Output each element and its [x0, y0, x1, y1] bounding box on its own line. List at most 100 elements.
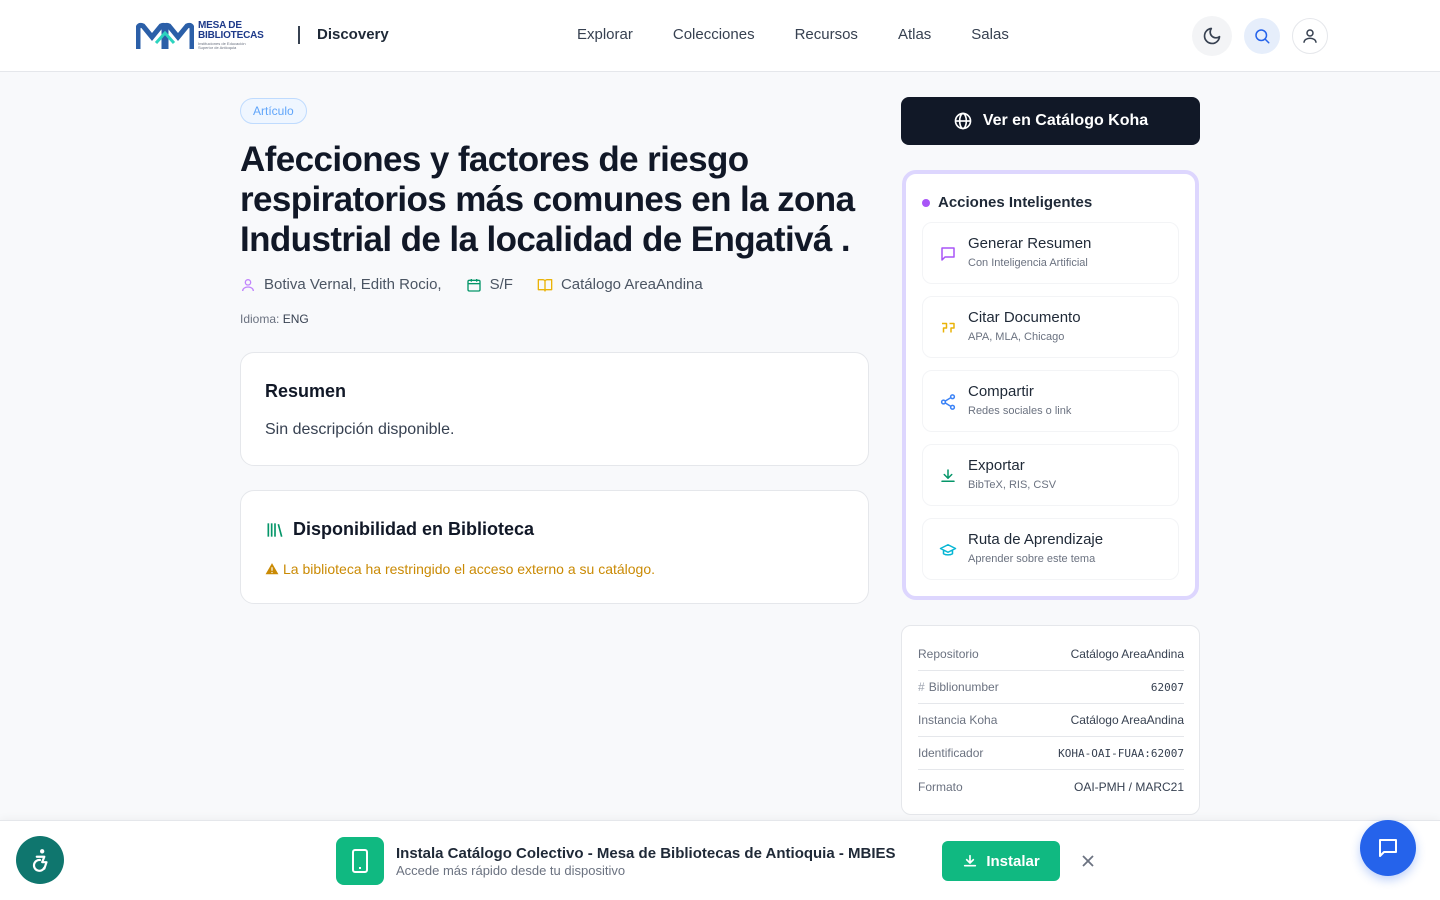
close-banner-button[interactable]: [1078, 851, 1098, 871]
top-header: MESA DE BIBLIOTECAS Instituciones de Edu…: [0, 0, 1440, 72]
smartphone-icon: [352, 849, 368, 873]
logo[interactable]: MESA DE BIBLIOTECAS Instituciones de Edu…: [136, 20, 264, 52]
action-cite-document[interactable]: Citar Documento APA, MLA, Chicago: [922, 296, 1179, 358]
theme-toggle-button[interactable]: [1192, 16, 1232, 56]
meta-author: Botiva Vernal, Edith Rocio,: [240, 276, 442, 293]
action-share[interactable]: Compartir Redes sociales o link: [922, 370, 1179, 432]
warning-icon: [265, 563, 279, 575]
chat-icon: [1379, 839, 1397, 857]
library-icon: [267, 522, 283, 537]
detail-value: OAI-PMH / MARC21: [1073, 779, 1184, 794]
language-label: Idioma:: [240, 312, 280, 326]
accessibility-button[interactable]: [16, 836, 64, 884]
accessibility-icon: [32, 849, 48, 872]
availability-heading-row: Disponibilidad en Biblioteca: [265, 519, 534, 540]
record-type-badge: Artículo: [240, 98, 307, 124]
status-dot: [922, 198, 930, 207]
record-meta: Botiva Vernal, Edith Rocio, S/F Catálogo…: [240, 276, 727, 293]
availability-warning: La biblioteca ha restringido el acceso e…: [265, 561, 655, 577]
action-title: Generar Resumen: [968, 235, 1092, 252]
share-icon: [940, 394, 956, 410]
header-divider: [298, 26, 300, 44]
detail-row-biblionumber: # Biblionumber 62007: [918, 671, 1184, 704]
meta-date: S/F: [466, 276, 513, 293]
view-koha-button[interactable]: Ver en Catálogo Koha: [901, 97, 1200, 145]
action-title: Exportar: [968, 457, 1025, 474]
download-icon: [964, 854, 977, 867]
graduation-cap-icon: [939, 544, 957, 556]
search-button[interactable]: [1244, 18, 1280, 54]
action-title: Ruta de Aprendizaje: [968, 531, 1104, 548]
language-value: ENG: [282, 312, 309, 326]
action-generate-summary[interactable]: Generar Resumen Con Inteligencia Artific…: [922, 222, 1179, 284]
nav-explorar[interactable]: Explorar: [577, 26, 633, 43]
detail-value: 62007: [1150, 680, 1184, 694]
summary-text: Sin descripción disponible.: [265, 421, 455, 438]
main-nav: Explorar Colecciones Recursos Atlas Sala…: [577, 26, 1009, 43]
availability-heading: Disponibilidad en Biblioteca: [293, 519, 535, 539]
install-button-label: Instalar: [986, 852, 1040, 870]
availability-card: Disponibilidad en Biblioteca La bibliote…: [240, 490, 869, 604]
language-line: Idioma: ENG: [240, 312, 309, 326]
user-icon: [1303, 29, 1317, 43]
install-title: Instala Catálogo Colectivo - Mesa de Bib…: [396, 845, 896, 862]
detail-row-identifier: Identificador KOHA-OAI-FUAA:62007: [918, 737, 1184, 770]
chat-button[interactable]: [1360, 820, 1416, 876]
meta-catalog: Catálogo AreaAndina: [537, 276, 703, 293]
search-icon: [1255, 29, 1270, 44]
detail-key: Identificador: [918, 746, 984, 760]
calendar-icon: [466, 278, 481, 292]
view-koha-label: Ver en Catálogo Koha: [982, 112, 1149, 129]
book-open-icon: [537, 278, 553, 292]
hash-icon: #: [918, 680, 925, 694]
action-subtitle: Aprender sobre este tema: [968, 553, 1096, 565]
action-learning-path[interactable]: Ruta de Aprendizaje Aprender sobre este …: [922, 518, 1179, 580]
nav-salas[interactable]: Salas: [971, 26, 1009, 43]
availability-warning-text: La biblioteca ha restringido el acceso e…: [283, 561, 656, 577]
quote-icon: [942, 322, 955, 333]
smart-actions-panel: Acciones Inteligentes Generar Resumen Co…: [902, 170, 1199, 600]
detail-key: Formato: [918, 779, 963, 794]
brand-title[interactable]: Discovery: [317, 26, 389, 43]
date-text: S/F: [489, 276, 513, 293]
install-button[interactable]: Instalar: [942, 841, 1060, 881]
detail-key: Biblionumber: [928, 680, 999, 694]
install-subtitle: Accede más rápido desde tu dispositivo: [396, 863, 626, 878]
detail-value: Catálogo AreaAndina: [1070, 713, 1184, 727]
detail-row-koha-instance: Instancia Koha Catálogo AreaAndina: [918, 704, 1184, 737]
action-subtitle: Redes sociales o link: [968, 405, 1072, 417]
summary-heading: Resumen: [265, 381, 347, 401]
globe-icon: [954, 112, 972, 130]
detail-value: Catálogo AreaAndina: [1070, 647, 1184, 661]
detail-row-repository: Repositorio Catálogo AreaAndina: [918, 638, 1184, 671]
action-title: Citar Documento: [968, 309, 1081, 326]
action-subtitle: Con Inteligencia Artificial: [968, 257, 1088, 269]
detail-key-wrap: # Biblionumber: [918, 680, 999, 694]
detail-value: KOHA-OAI-FUAA:62007: [1058, 746, 1184, 760]
moon-icon: [1203, 27, 1221, 45]
detail-key: Instancia Koha: [918, 713, 998, 727]
install-app-icon-wrap: [336, 837, 384, 885]
record-title: Afecciones y factores de riesgo respirat…: [240, 140, 855, 259]
smart-actions-heading: Acciones Inteligentes: [922, 194, 1092, 211]
nav-atlas[interactable]: Atlas: [898, 26, 931, 43]
nav-recursos[interactable]: Recursos: [795, 26, 858, 43]
author-icon: [242, 278, 254, 291]
install-banner: Instala Catálogo Colectivo - Mesa de Bib…: [0, 820, 1440, 900]
user-account-button[interactable]: [1292, 18, 1328, 54]
smart-actions-title: Acciones Inteligentes: [938, 194, 1093, 211]
action-subtitle: BibTeX, RIS, CSV: [968, 479, 1057, 491]
catalog-text: Catálogo AreaAndina: [560, 276, 703, 293]
author-text[interactable]: Botiva Vernal, Edith Rocio,: [264, 276, 442, 293]
action-title: Compartir: [968, 383, 1034, 400]
action-subtitle: APA, MLA, Chicago: [968, 331, 1065, 343]
summary-card: Resumen Sin descripción disponible.: [240, 352, 869, 466]
detail-row-format: Formato OAI-PMH / MARC21: [918, 770, 1184, 803]
nav-colecciones[interactable]: Colecciones: [673, 26, 755, 43]
action-export[interactable]: Exportar BibTeX, RIS, CSV: [922, 444, 1179, 506]
logo-line-2: BIBLIOTECAS: [198, 30, 264, 41]
message-icon: [941, 247, 955, 261]
record-details-card: Repositorio Catálogo AreaAndina # Biblion…: [901, 625, 1200, 815]
download-icon: [941, 469, 955, 482]
logo-line-3: Instituciones de Educación Superior de A…: [198, 41, 246, 50]
